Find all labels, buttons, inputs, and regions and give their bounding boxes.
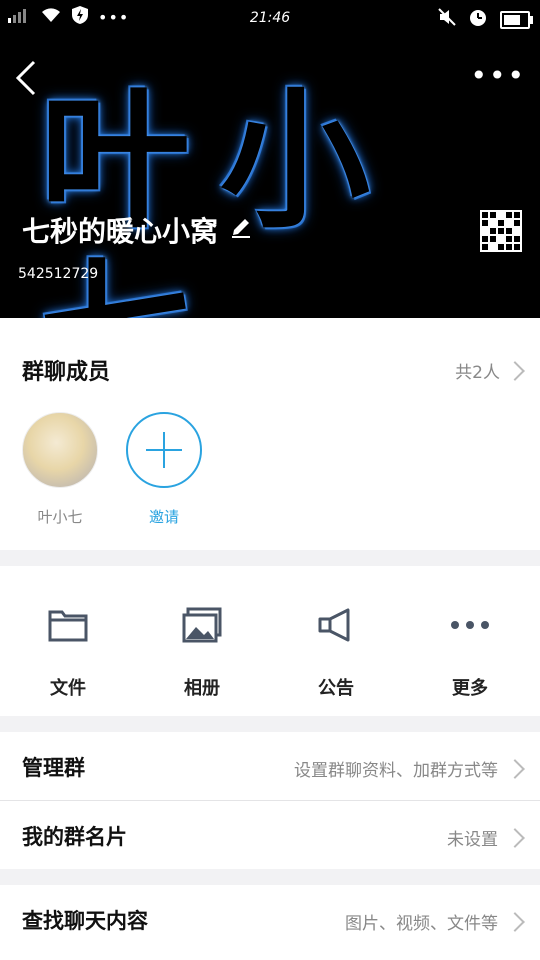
tool-label: 相册 xyxy=(184,678,220,699)
manage-group-value-container: 设置群聊资料、加群方式等 xyxy=(294,756,525,781)
more-options-button[interactable]: ••• xyxy=(470,62,526,90)
group-header: 叶小七 ••• 七秒的暖心小窝 542512729 xyxy=(0,36,540,318)
member-name: 叶小七 xyxy=(37,508,83,526)
more-icon xyxy=(420,602,520,648)
tool-label: 公告 xyxy=(318,678,354,699)
album-icon xyxy=(152,602,252,648)
tool-more[interactable]: 更多 xyxy=(420,602,520,700)
my-group-card-row[interactable]: 我的群名片 未设置 xyxy=(0,801,540,869)
manage-group-row[interactable]: 管理群 设置群聊资料、加群方式等 xyxy=(0,732,540,800)
avatar[interactable] xyxy=(22,412,98,488)
tool-album[interactable]: 相册 xyxy=(152,602,252,700)
manage-group-value: 设置群聊资料、加群方式等 xyxy=(294,761,498,781)
invite-member-button[interactable]: 邀请 xyxy=(126,412,202,527)
alarm-icon xyxy=(468,7,488,32)
back-button[interactable] xyxy=(12,58,42,98)
my-group-card-value: 未设置 xyxy=(447,830,498,850)
members-section: 群聊成员 共2人 叶小七 邀请 xyxy=(0,318,540,550)
member-item[interactable]: 叶小七 xyxy=(22,412,98,527)
group-tools: 文件 相册 公告 更多 xyxy=(0,566,540,716)
invite-label: 邀请 xyxy=(148,508,179,526)
chevron-right-icon xyxy=(505,827,525,848)
group-name-container[interactable]: 七秒的暖心小窝 xyxy=(22,210,252,250)
group-name: 七秒的暖心小窝 xyxy=(22,215,219,248)
megaphone-icon xyxy=(286,602,386,648)
chevron-right-icon xyxy=(505,758,525,779)
my-group-card-value-container: 未设置 xyxy=(447,825,525,850)
tool-announcement[interactable]: 公告 xyxy=(286,602,386,700)
members-title: 群聊成员 xyxy=(22,360,111,385)
qr-code-icon[interactable] xyxy=(480,210,522,252)
tool-label: 文件 xyxy=(50,678,86,699)
battery-icon xyxy=(500,10,533,29)
chevron-right-icon xyxy=(505,911,525,932)
search-chat-value-container: 图片、视频、文件等 xyxy=(345,909,525,934)
tool-files[interactable]: 文件 xyxy=(18,602,118,700)
status-right-icons xyxy=(438,7,533,32)
manage-group-title: 管理群 xyxy=(22,756,85,780)
search-chat-row[interactable]: 查找聊天内容 图片、视频、文件等 xyxy=(0,885,540,960)
mute-icon xyxy=(438,8,456,31)
group-id: 542512729 xyxy=(18,266,99,282)
folder-icon xyxy=(18,602,118,648)
search-chat-value: 图片、视频、文件等 xyxy=(345,914,498,934)
my-group-card-title: 我的群名片 xyxy=(22,825,127,849)
status-bar: ••• 21:46 xyxy=(0,0,540,36)
members-count-link[interactable]: 共2人 xyxy=(455,358,525,383)
search-chat-title: 查找聊天内容 xyxy=(22,909,148,933)
plus-icon[interactable] xyxy=(126,412,202,488)
chevron-right-icon xyxy=(505,360,525,381)
edit-icon[interactable] xyxy=(230,216,252,244)
members-count: 共2人 xyxy=(455,363,500,383)
tool-label: 更多 xyxy=(452,678,488,699)
